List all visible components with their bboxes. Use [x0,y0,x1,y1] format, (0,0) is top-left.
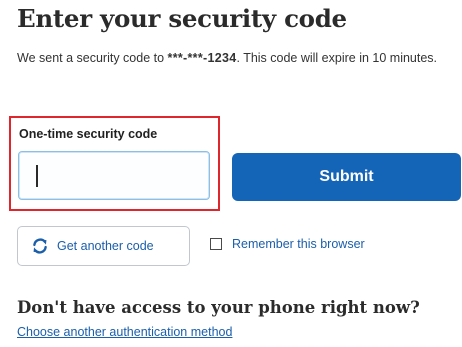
page-title: Enter your security code [17,4,347,33]
remember-browser-label[interactable]: Remember this browser [232,237,365,251]
alternate-authentication-link[interactable]: Choose another authentication method [17,325,232,339]
get-another-code-label: Get another code [57,239,154,253]
remember-browser-option[interactable]: Remember this browser [210,237,365,251]
refresh-icon [31,237,49,255]
intro-suffix: . This code will expire in 10 minutes. [236,51,438,65]
security-code-label: One-time security code [19,127,158,141]
text-caret [36,165,38,187]
masked-phone-number: ***-***-1234 [167,51,237,65]
security-code-input[interactable] [18,151,210,200]
submit-button[interactable]: Submit [232,153,461,201]
security-code-field-group: One-time security code [9,116,220,211]
code-sent-message: We sent a security code to ***-***-1234.… [17,48,457,69]
intro-prefix: We sent a security code to [17,51,168,65]
get-another-code-button[interactable]: Get another code [17,226,190,266]
phone-access-heading: Don't have access to your phone right no… [17,298,420,317]
remember-browser-checkbox[interactable] [210,238,222,250]
